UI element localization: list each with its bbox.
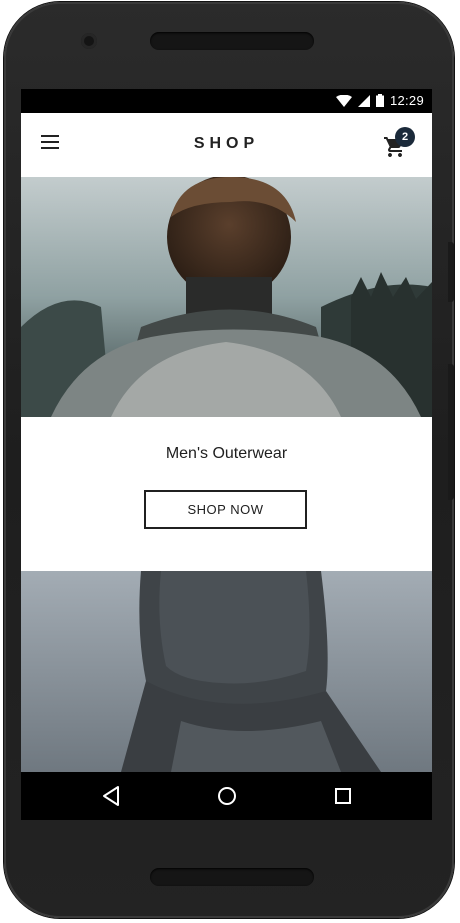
cart-count-badge: 2 <box>395 127 415 147</box>
recents-button[interactable] <box>330 784 356 808</box>
app-bar: SHOP 2 <box>21 113 432 177</box>
status-bar: 12:29 <box>21 89 432 113</box>
signal-icon <box>357 94 370 107</box>
shop-now-button[interactable]: SHOP NOW <box>144 490 307 529</box>
category-image-next[interactable] <box>21 571 432 772</box>
home-icon <box>218 787 236 805</box>
front-camera <box>81 33 97 49</box>
back-button[interactable] <box>99 784 125 808</box>
person-in-knit-hood-photo <box>21 571 432 772</box>
recents-icon <box>335 788 351 804</box>
category-section-mens-outerwear: Men's Outerwear SHOP NOW <box>21 417 432 571</box>
app-title: SHOP <box>193 135 260 152</box>
power-button <box>448 242 454 302</box>
earpiece-speaker <box>150 32 314 50</box>
screen: 12:29 SHOP 2 Men's Outerwear SHOP NOW <box>21 89 432 820</box>
home-button[interactable] <box>214 784 240 808</box>
cart-button[interactable]: 2 <box>381 127 421 163</box>
system-navigation-bar <box>21 772 432 820</box>
man-in-grey-sweater-photo <box>21 177 432 417</box>
category-image-mens-outerwear[interactable] <box>21 177 432 417</box>
battery-icon <box>375 94 384 107</box>
status-time: 12:29 <box>389 93 424 108</box>
wifi-icon <box>335 94 352 107</box>
back-icon <box>103 786 119 806</box>
category-title: Men's Outerwear <box>165 445 288 462</box>
bottom-speaker <box>150 868 314 886</box>
volume-button <box>448 364 454 500</box>
